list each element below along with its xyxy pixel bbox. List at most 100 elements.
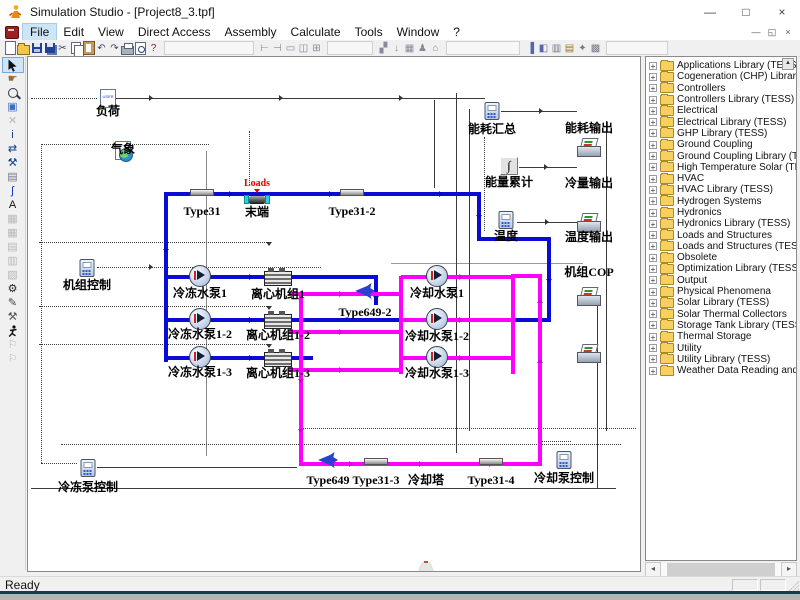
expand-icon[interactable]: +: [649, 321, 657, 329]
tree-item[interactable]: +Utility: [646, 342, 796, 353]
pipe-link[interactable]: [289, 275, 378, 279]
expand-icon[interactable]: +: [649, 141, 657, 149]
print-button[interactable]: [121, 41, 134, 55]
pipe-icon[interactable]: [479, 458, 503, 465]
tree-item[interactable]: +Cogeneration (CHP) Library (TESS): [646, 71, 796, 82]
chiller-icon[interactable]: [264, 310, 292, 329]
menu-item-direct-access[interactable]: Direct Access: [131, 24, 218, 40]
tree-item[interactable]: +Optimization Library (TESS): [646, 263, 796, 274]
expand-icon[interactable]: +: [649, 254, 657, 262]
signal-link[interactable]: [469, 109, 470, 431]
expand-icon[interactable]: +: [649, 355, 657, 363]
tree-item[interactable]: +Loads and Structures: [646, 229, 796, 240]
pipe-icon[interactable]: [340, 189, 364, 196]
calc-icon[interactable]: [80, 259, 95, 277]
signal-link[interactable]: [391, 263, 583, 264]
fan-icon[interactable]: [317, 451, 339, 469]
redo-button[interactable]: ↷: [108, 41, 121, 55]
mdi-close-button[interactable]: ×: [780, 26, 796, 39]
pump-icon[interactable]: [426, 346, 448, 368]
menu-item-?[interactable]: ?: [446, 24, 467, 40]
tree-item[interactable]: +Storage Tank Library (TESS): [646, 320, 796, 331]
expand-icon[interactable]: +: [649, 107, 657, 115]
zoom-tool[interactable]: [3, 86, 23, 100]
scroll-left-button[interactable]: ◂: [645, 562, 661, 577]
menu-item-view[interactable]: View: [91, 24, 131, 40]
expand-icon[interactable]: +: [649, 242, 657, 250]
signal-link[interactable]: [41, 463, 77, 464]
tree-item[interactable]: +Solar Library (TESS): [646, 297, 796, 308]
signal-link[interactable]: [456, 93, 457, 453]
pipe-icon[interactable]: [364, 458, 388, 465]
new-window-button[interactable]: ✦: [576, 41, 589, 55]
resize-grip[interactable]: [789, 581, 799, 591]
tree-item[interactable]: +Hydrogen Systems: [646, 196, 796, 207]
grid-view-button[interactable]: ⊞: [310, 41, 323, 55]
text-tool[interactable]: A: [3, 198, 23, 212]
tower-icon[interactable]: [415, 563, 437, 572]
select-tool[interactable]: [3, 58, 23, 72]
expand-icon[interactable]: +: [649, 129, 657, 137]
maximize-button[interactable]: □: [728, 0, 764, 24]
new-button[interactable]: [4, 41, 17, 55]
tree-item[interactable]: +High Temperature Solar (TESS): [646, 162, 796, 173]
chiller-icon[interactable]: [264, 267, 292, 286]
menu-item-file[interactable]: File: [23, 24, 56, 40]
move-down-button[interactable]: ↓: [390, 41, 403, 55]
panel-scroll-up-button[interactable]: ▲: [782, 58, 794, 70]
tree-item[interactable]: +Hydronics Library (TESS): [646, 218, 796, 229]
pump-icon[interactable]: [426, 308, 448, 330]
tree-item[interactable]: +Output: [646, 275, 796, 286]
signal-link[interactable]: [249, 131, 250, 185]
expand-icon[interactable]: +: [649, 96, 657, 104]
pipe-icon[interactable]: [190, 189, 214, 196]
pump-icon[interactable]: [189, 265, 211, 287]
signal-link[interactable]: [31, 98, 97, 99]
expand-icon[interactable]: +: [649, 333, 657, 341]
layer-tool[interactable]: ▤: [3, 240, 23, 254]
signal-link[interactable]: [301, 428, 636, 429]
info-tool[interactable]: i: [3, 128, 23, 142]
pipe-link[interactable]: [289, 292, 403, 296]
tree-item[interactable]: +Electrical Library (TESS): [646, 116, 796, 127]
left-panel-button[interactable]: ▐: [524, 41, 537, 55]
pen-tool[interactable]: ✎: [3, 296, 23, 310]
fit-vertical-button[interactable]: ⊣: [271, 41, 284, 55]
schematic-canvas[interactable]: USER负荷气象Type31末端Type31-2能耗汇总能耗输出∫能量累计冷量输…: [27, 56, 641, 572]
zoom-box-button[interactable]: ▭: [284, 41, 297, 55]
calc-icon[interactable]: [485, 102, 500, 120]
tree-item[interactable]: +Controllers: [646, 83, 796, 94]
paste-button[interactable]: [82, 41, 95, 55]
signal-link[interactable]: [39, 306, 269, 307]
tree-item[interactable]: +Loads and Structures (TESS): [646, 241, 796, 252]
menu-item-window[interactable]: Window: [390, 24, 447, 40]
mdi-minimize-button[interactable]: —: [748, 26, 764, 39]
signal-link[interactable]: [597, 301, 598, 488]
link-tool[interactable]: ʃ: [3, 184, 23, 198]
show-grid-button[interactable]: ▥: [550, 41, 563, 55]
expand-icon[interactable]: +: [649, 231, 657, 239]
show-output-button[interactable]: ▤: [563, 41, 576, 55]
tree-item[interactable]: +Applications Library (TESS): [646, 60, 796, 71]
expand-icon[interactable]: +: [649, 84, 657, 92]
calc-icon[interactable]: [81, 459, 96, 477]
signal-link[interactable]: [61, 444, 621, 445]
split-view-button[interactable]: ◫: [297, 41, 310, 55]
expand-icon[interactable]: +: [649, 209, 657, 217]
integral-icon[interactable]: ∫: [500, 157, 518, 175]
signal-link[interactable]: [97, 467, 297, 468]
expand-icon[interactable]: +: [649, 152, 657, 160]
arrange-tool[interactable]: ▨: [3, 268, 23, 282]
scroll-right-button[interactable]: ▸: [781, 562, 797, 577]
tree-item[interactable]: +Ground Coupling: [646, 139, 796, 150]
tree-item[interactable]: +Solar Thermal Collectors: [646, 309, 796, 320]
expand-icon[interactable]: +: [649, 73, 657, 81]
undo-button[interactable]: ↶: [95, 41, 108, 55]
terminal-icon[interactable]: [244, 195, 270, 204]
menu-item-calculate[interactable]: Calculate: [284, 24, 348, 40]
signal-link[interactable]: [39, 242, 269, 243]
tree-item[interactable]: +Physical Phenomena: [646, 286, 796, 297]
save-button[interactable]: [30, 41, 43, 55]
fit-horizontal-button[interactable]: ⊢: [258, 41, 271, 55]
cut-button[interactable]: ✂: [56, 41, 69, 55]
